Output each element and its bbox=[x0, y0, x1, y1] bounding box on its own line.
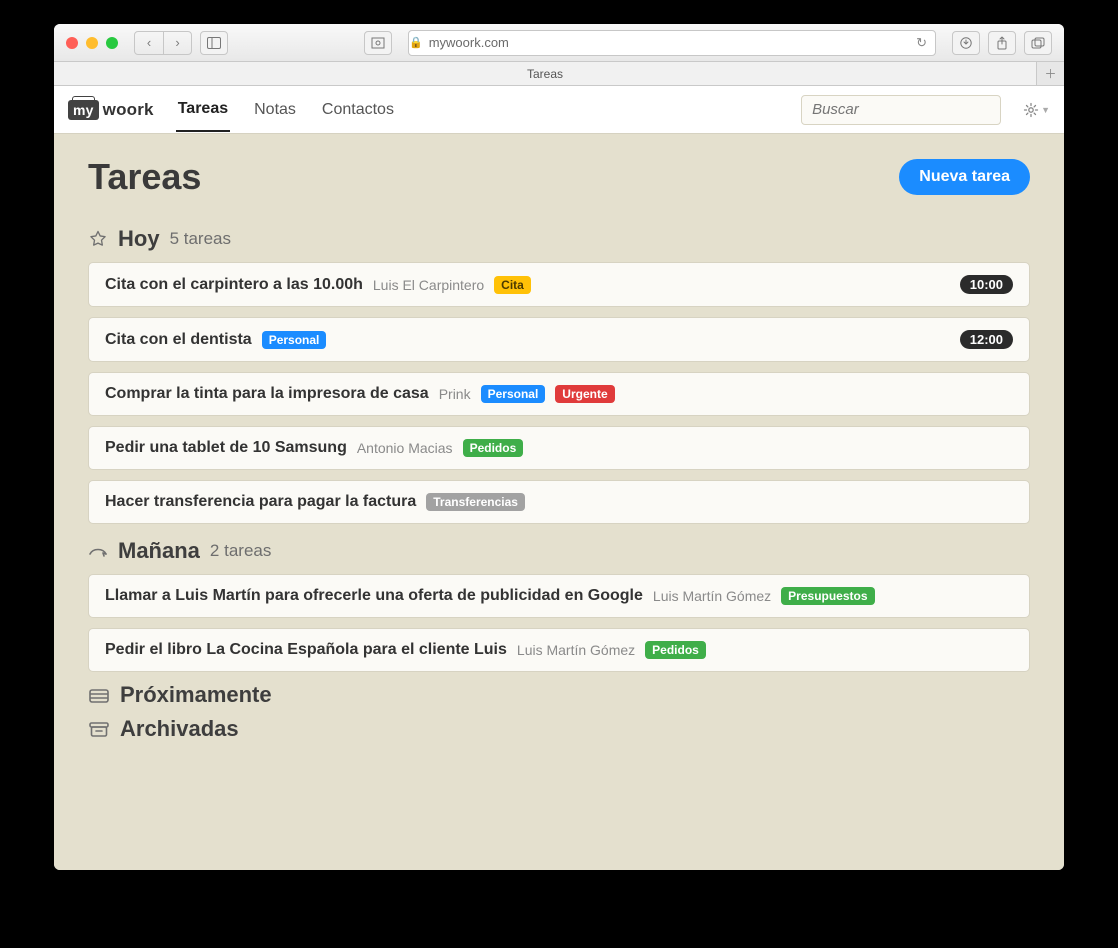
task-list-today: Cita con el carpintero a las 10.00h Luis … bbox=[88, 262, 1030, 524]
reader-button[interactable] bbox=[364, 31, 392, 55]
task-title: Pedir una tablet de 10 Samsung bbox=[105, 439, 347, 457]
task-row[interactable]: Cita con el carpintero a las 10.00h Luis … bbox=[88, 262, 1030, 307]
inbox-icon bbox=[88, 686, 110, 704]
window-close-icon[interactable] bbox=[66, 37, 78, 49]
browser-tab[interactable]: Tareas bbox=[54, 62, 1036, 85]
window-zoom-icon[interactable] bbox=[106, 37, 118, 49]
section-count: 5 tareas bbox=[170, 229, 231, 249]
section-title: Hoy bbox=[118, 226, 160, 252]
logo-text: woork bbox=[103, 100, 154, 120]
nav-arrows: ‹ › bbox=[134, 31, 192, 55]
nav-notas[interactable]: Notas bbox=[252, 89, 298, 131]
task-subtitle: Luis Martín Gómez bbox=[653, 588, 771, 604]
logo-badge: my bbox=[68, 100, 99, 120]
settings-menu[interactable]: ▼ bbox=[1023, 102, 1050, 118]
archive-icon bbox=[88, 720, 110, 738]
task-time: 12:00 bbox=[960, 330, 1013, 349]
sidebar-button[interactable] bbox=[200, 31, 228, 55]
page-title: Tareas bbox=[88, 156, 201, 198]
task-subtitle: Luis El Carpintero bbox=[373, 277, 484, 293]
star-icon bbox=[88, 229, 108, 249]
app-logo[interactable]: my woork bbox=[68, 100, 154, 120]
section-label: Archivadas bbox=[120, 716, 239, 742]
page-head: Tareas Nueva tarea bbox=[88, 156, 1030, 198]
lock-icon: 🔒 bbox=[409, 36, 423, 49]
section-head-today: Hoy 5 tareas bbox=[88, 226, 1030, 252]
app-nav: my woork Tareas Notas Contactos ▼ bbox=[54, 86, 1064, 134]
task-title: Pedir el libro La Cocina Española para e… bbox=[105, 641, 507, 659]
traffic-lights bbox=[66, 37, 118, 49]
url-host: mywoork.com bbox=[429, 35, 509, 50]
task-title: Hacer transferencia para pagar la factur… bbox=[105, 493, 416, 511]
task-subtitle: Prink bbox=[439, 386, 471, 402]
task-row[interactable]: Hacer transferencia para pagar la factur… bbox=[88, 480, 1030, 524]
browser-window: ‹ › 🔒 mywoork.com ↻ Tareas ＋ bbox=[54, 24, 1064, 870]
task-subtitle: Antonio Macias bbox=[357, 440, 453, 456]
task-row[interactable]: Pedir una tablet de 10 Samsung Antonio Ma… bbox=[88, 426, 1030, 470]
search-input[interactable] bbox=[801, 95, 1001, 125]
tab-title: Tareas bbox=[527, 67, 563, 81]
content: Tareas Nueva tarea Hoy 5 tareas Cita con… bbox=[54, 134, 1064, 764]
task-tag: Personal bbox=[262, 331, 327, 349]
task-title: Comprar la tinta para la impresora de ca… bbox=[105, 385, 429, 403]
task-tag: Personal bbox=[481, 385, 546, 403]
share-button[interactable] bbox=[988, 31, 1016, 55]
section-archived[interactable]: Archivadas bbox=[88, 716, 1030, 742]
gear-icon bbox=[1023, 102, 1039, 118]
tab-strip: Tareas ＋ bbox=[54, 62, 1064, 86]
app-viewport: my woork Tareas Notas Contactos ▼ Tareas… bbox=[54, 86, 1064, 870]
task-title: Cita con el dentista bbox=[105, 331, 252, 349]
reload-icon[interactable]: ↻ bbox=[916, 35, 927, 51]
task-row[interactable]: Pedir el libro La Cocina Española para e… bbox=[88, 628, 1030, 672]
address-bar[interactable]: 🔒 mywoork.com ↻ bbox=[408, 30, 936, 56]
task-tag: Cita bbox=[494, 276, 531, 294]
back-button[interactable]: ‹ bbox=[135, 32, 163, 54]
task-subtitle: Luis Martín Gómez bbox=[517, 642, 635, 658]
section-label: Próximamente bbox=[120, 682, 272, 708]
section-upcoming[interactable]: Próximamente bbox=[88, 682, 1030, 708]
task-tag: Pedidos bbox=[645, 641, 706, 659]
tabs-button[interactable] bbox=[1024, 31, 1052, 55]
task-list-tomorrow: Llamar a Luis Martín para ofrecerle una … bbox=[88, 574, 1030, 672]
task-row[interactable]: Comprar la tinta para la impresora de ca… bbox=[88, 372, 1030, 416]
task-tag: Urgente bbox=[555, 385, 614, 403]
downloads-button[interactable] bbox=[952, 31, 980, 55]
arrow-arc-icon bbox=[88, 541, 108, 561]
task-title: Cita con el carpintero a las 10.00h bbox=[105, 276, 363, 294]
browser-toolbar: ‹ › 🔒 mywoork.com ↻ bbox=[54, 24, 1064, 62]
new-tab-button[interactable]: ＋ bbox=[1036, 62, 1064, 85]
task-title: Llamar a Luis Martín para ofrecerle una … bbox=[105, 587, 643, 605]
nav-contactos[interactable]: Contactos bbox=[320, 89, 396, 131]
window-minimize-icon[interactable] bbox=[86, 37, 98, 49]
new-task-button[interactable]: Nueva tarea bbox=[899, 159, 1030, 195]
task-tag: Presupuestos bbox=[781, 587, 874, 605]
section-count: 2 tareas bbox=[210, 541, 271, 561]
task-row[interactable]: Llamar a Luis Martín para ofrecerle una … bbox=[88, 574, 1030, 618]
nav-tareas[interactable]: Tareas bbox=[176, 88, 230, 132]
task-tag: Transferencias bbox=[426, 493, 525, 511]
forward-button[interactable]: › bbox=[163, 32, 191, 54]
task-row[interactable]: Cita con el dentista Personal 12:00 bbox=[88, 317, 1030, 362]
section-head-tomorrow: Mañana 2 tareas bbox=[88, 538, 1030, 564]
task-time: 10:00 bbox=[960, 275, 1013, 294]
section-title: Mañana bbox=[118, 538, 200, 564]
chevron-down-icon: ▼ bbox=[1041, 105, 1050, 115]
task-tag: Pedidos bbox=[463, 439, 524, 457]
